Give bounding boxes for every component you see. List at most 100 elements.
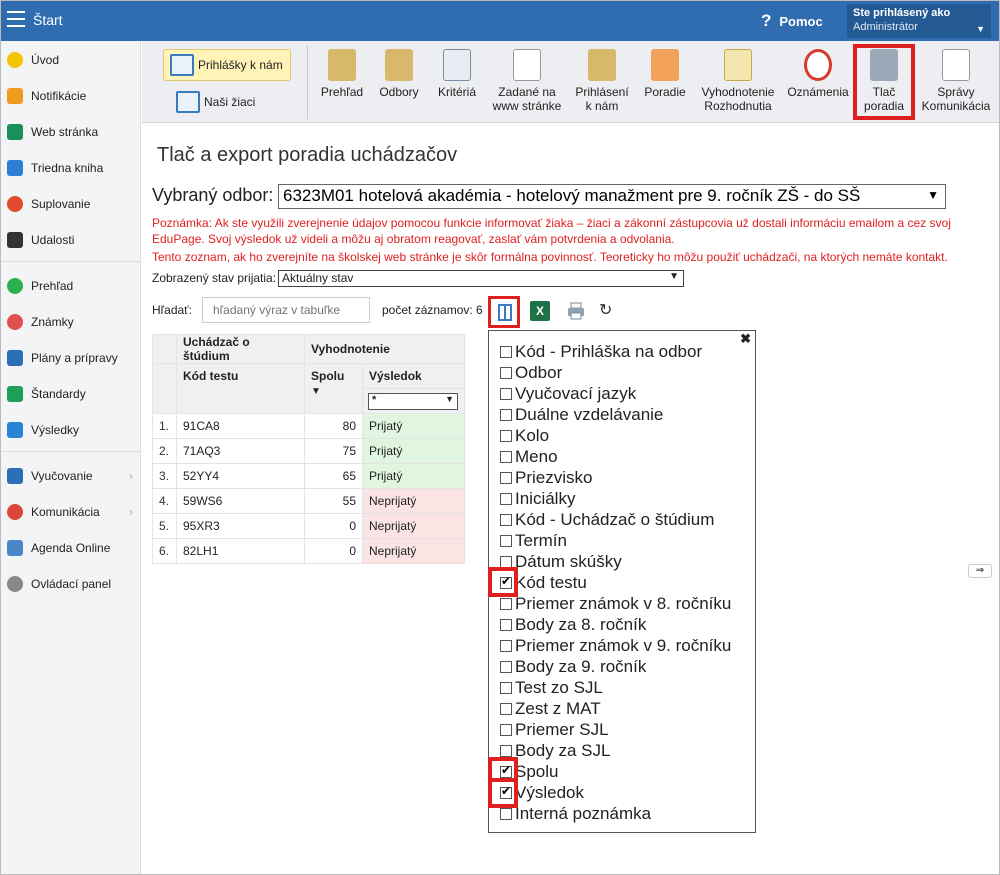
column-option[interactable]: Priemer známok v 9. ročníku: [500, 635, 731, 656]
column-option[interactable]: Priemer známok v 8. ročníku: [500, 593, 731, 614]
expand-arrow-icon[interactable]: ⇒: [968, 564, 992, 578]
column-option[interactable]: Kód - Uchádzač o štúdium: [500, 509, 714, 530]
help-button[interactable]: ? Pomoc: [761, 11, 823, 31]
odbor-select[interactable]: 6323M01 hotelová akadémia - hotelový man…: [278, 184, 946, 209]
column-checkbox[interactable]: [500, 366, 512, 379]
column-option[interactable]: Duálne vzdelávanie: [500, 404, 663, 425]
stav-value: Aktuálny stav: [282, 271, 354, 285]
sidebar-item-label: Prehľad: [31, 279, 74, 293]
column-checkbox[interactable]: [500, 408, 512, 421]
prehlad-button[interactable]: Prehľad: [317, 47, 367, 117]
column-checkbox[interactable]: [500, 513, 512, 526]
table-row[interactable]: 2. 71AQ3 75 Prijatý: [152, 438, 465, 464]
close-icon[interactable]: ✖: [740, 331, 751, 347]
column-option[interactable]: Priezvisko: [500, 467, 592, 488]
sidebar-item-prehlad[interactable]: Prehľad: [1, 271, 141, 301]
prihlaseni-button[interactable]: Prihlásení k nám: [570, 47, 634, 117]
sidebar-item-vyucovanie[interactable]: Vyučovanie ›: [1, 461, 141, 491]
stav-select[interactable]: Aktuálny stav ▼: [278, 270, 684, 287]
column-option[interactable]: Termín: [500, 530, 567, 551]
column-checkbox[interactable]: [500, 744, 512, 757]
print-icon[interactable]: [566, 301, 586, 321]
column-checkbox[interactable]: [500, 807, 512, 820]
top-title[interactable]: Štart: [33, 12, 63, 28]
column-option-label: Priemer SJL: [515, 719, 609, 739]
column-option[interactable]: Zest z MAT: [500, 698, 601, 719]
column-checkbox[interactable]: [500, 450, 512, 463]
columns-button[interactable]: [488, 296, 520, 328]
zadane-button[interactable]: Zadané na www stránke: [491, 47, 563, 117]
sidebar-item-komunikacia[interactable]: Komunikácia ›: [1, 497, 141, 527]
sidebar-item-label: Suplovanie: [31, 197, 91, 211]
vyhodnotenie-button[interactable]: Vyhodnotenie Rozhodnutia: [698, 47, 778, 117]
search-input[interactable]: [202, 297, 370, 323]
vysledok-filter[interactable]: * ▼: [368, 392, 458, 410]
sidebar-item-notifikacie[interactable]: Notifikácie: [1, 81, 141, 111]
col-vysledok[interactable]: Výsledok: [362, 363, 465, 389]
sidebar-item-ovladaci-panel[interactable]: Ovládací panel: [1, 569, 141, 599]
cell-spolu: 0: [304, 538, 363, 564]
sidebar-item-suplovanie[interactable]: Suplovanie: [1, 189, 141, 219]
column-option[interactable]: Kolo: [500, 425, 549, 446]
col-kod-testu[interactable]: Kód testu: [176, 363, 305, 414]
refresh-icon[interactable]: ↻: [599, 300, 612, 320]
column-checkbox[interactable]: [500, 618, 512, 631]
column-checkbox[interactable]: [500, 345, 512, 358]
sidebar-item-triedna-kniha[interactable]: Triedna kniha: [1, 153, 141, 183]
sidebar-item-znamky[interactable]: Známky: [1, 307, 141, 337]
sidebar-item-standardy[interactable]: Štandardy: [1, 379, 141, 409]
question-icon: ?: [761, 11, 772, 30]
column-checkbox[interactable]: [500, 660, 512, 673]
excel-icon[interactable]: X: [530, 301, 550, 321]
column-checkbox[interactable]: [500, 597, 512, 610]
table-row[interactable]: 4. 59WS6 55 Neprijatý: [152, 488, 465, 514]
table-arrow-icon: [443, 49, 471, 81]
column-checkbox[interactable]: [500, 639, 512, 652]
column-checkbox[interactable]: [500, 492, 512, 505]
column-checkbox[interactable]: [500, 555, 512, 568]
odbory-button[interactable]: Odbory: [374, 47, 424, 117]
column-checkbox[interactable]: [500, 702, 512, 715]
table-row[interactable]: 3. 52YY4 65 Prijatý: [152, 463, 465, 489]
bar-chart-icon: [7, 422, 23, 438]
column-option[interactable]: Odbor: [500, 362, 562, 383]
column-option[interactable]: Dátum skúšky: [500, 551, 622, 572]
oznamenia-button[interactable]: Oznámenia: [786, 47, 850, 117]
sidebar-item-udalosti[interactable]: Udalosti: [1, 225, 141, 255]
prihlasky-button[interactable]: Prihlášky k nám: [163, 49, 291, 81]
column-checkbox[interactable]: [500, 429, 512, 442]
column-checkbox[interactable]: [500, 534, 512, 547]
sidebar-item-vysledky[interactable]: Výsledky: [1, 415, 141, 445]
column-checkbox[interactable]: [500, 681, 512, 694]
kriteria-button[interactable]: Kritériá: [432, 47, 482, 117]
sidebar-item-agenda[interactable]: Agenda Online: [1, 533, 141, 563]
column-checkbox[interactable]: [500, 723, 512, 736]
column-option[interactable]: Kód - Prihláška na odbor: [500, 341, 702, 362]
header-cell: [152, 334, 177, 364]
sidebar-item-label: Štandardy: [31, 387, 86, 401]
sidebar-item-uvod[interactable]: Úvod: [1, 45, 141, 75]
column-option[interactable]: Test zo SJL: [500, 677, 603, 698]
sidebar-item-web-stranka[interactable]: Web stránka: [1, 117, 141, 147]
chevron-down-icon: ▼: [445, 393, 454, 404]
menu-icon[interactable]: [7, 11, 25, 27]
poradie-button[interactable]: Poradie: [640, 47, 690, 117]
column-option[interactable]: Vyučovací jazyk: [500, 383, 636, 404]
table-row[interactable]: 5. 95XR3 0 Neprijatý: [152, 513, 465, 539]
column-option[interactable]: Body za 8. ročník: [500, 614, 646, 635]
spravy-button[interactable]: Správy Komunikácia: [920, 47, 992, 117]
column-checkbox[interactable]: [500, 387, 512, 400]
highlight-frame: [853, 44, 915, 120]
column-option[interactable]: Meno: [500, 446, 558, 467]
col-spolu[interactable]: Spolu ▼: [304, 363, 363, 414]
column-option[interactable]: Body za 9. ročník: [500, 656, 646, 677]
column-checkbox[interactable]: [500, 471, 512, 484]
column-option[interactable]: Priemer SJL: [500, 719, 609, 740]
column-option[interactable]: Iniciálky: [500, 488, 575, 509]
sidebar-item-plany[interactable]: Plány a prípravy: [1, 343, 141, 373]
column-option[interactable]: Interná poznámka: [500, 803, 651, 824]
nasi-ziaci-button[interactable]: Naši žiaci: [170, 89, 290, 115]
user-menu[interactable]: Ste prihlásený ako Administrátor ▼: [847, 4, 991, 38]
table-row[interactable]: 6. 82LH1 0 Neprijatý: [152, 538, 465, 564]
table-row[interactable]: 1. 91CA8 80 Prijatý: [152, 413, 465, 439]
